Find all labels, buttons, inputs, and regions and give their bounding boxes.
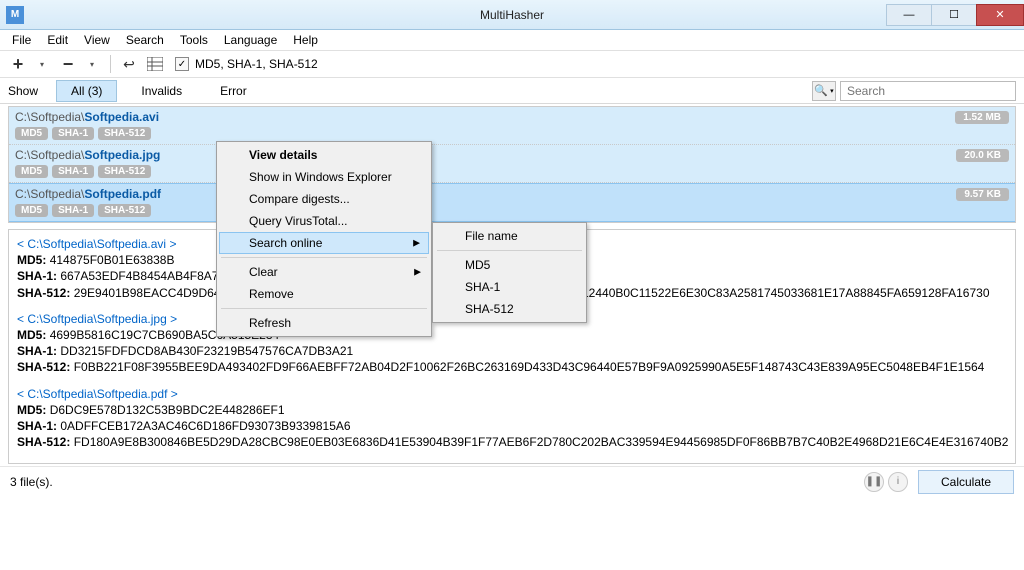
context-submenu: File name MD5 SHA-1 SHA-512 [432, 222, 587, 323]
detail-file-link[interactable]: C:\Softpedia\Softpedia.avi [27, 237, 166, 251]
hash-value: FD180A9E8B300846BE5D29DA28CBC98E0EB03E68… [74, 435, 1009, 449]
file-path: C:\Softpedia\Softpedia.pdf [15, 187, 1009, 201]
search-icon: 🔍 [814, 84, 828, 97]
maximize-button[interactable]: ☐ [931, 4, 977, 26]
submenu-arrow-icon: ▶ [414, 267, 421, 278]
hash-modes-checkbox[interactable]: ✓ [175, 57, 189, 71]
hash-badge: MD5 [15, 165, 48, 178]
window-title: MultiHasher [480, 8, 544, 22]
file-row[interactable]: C:\Softpedia\Softpedia.jpg 20.0 KB MD5 S… [9, 145, 1015, 183]
ctx-query-virustotal[interactable]: Query VirusTotal... [219, 210, 429, 232]
hash-badge: SHA-1 [52, 127, 94, 140]
toolbar: + ▾ − ▾ ↩ ✓ MD5, SHA-1, SHA-512 [0, 50, 1024, 78]
ctx-sub-sha1[interactable]: SHA-1 [435, 276, 584, 298]
ctx-clear[interactable]: Clear▶ [219, 261, 429, 283]
ctx-view-details[interactable]: View details [219, 144, 429, 166]
menu-help[interactable]: Help [285, 31, 326, 49]
file-row[interactable]: C:\Softpedia\Softpedia.pdf 9.57 KB MD5 S… [9, 183, 1015, 222]
file-list: C:\Softpedia\Softpedia.avi 1.52 MB MD5 S… [8, 106, 1016, 223]
ctx-sub-sha512[interactable]: SHA-512 [435, 298, 584, 320]
file-size-badge: 1.52 MB [955, 111, 1009, 124]
add-dropdown-icon[interactable]: ▾ [30, 53, 54, 75]
hash-modes-label: MD5, SHA-1, SHA-512 [195, 57, 318, 71]
file-path: C:\Softpedia\Softpedia.avi [15, 110, 1009, 124]
status-bar: 3 file(s). ❚❚ i Calculate [0, 466, 1024, 496]
close-button[interactable]: ✕ [976, 4, 1024, 26]
menu-language[interactable]: Language [216, 31, 285, 49]
pause-icon: ❚❚ [866, 476, 883, 487]
menu-search[interactable]: Search [118, 31, 172, 49]
hash-badge: SHA-512 [98, 127, 151, 140]
ctx-compare-digests[interactable]: Compare digests... [219, 188, 429, 210]
minimize-button[interactable]: — [886, 4, 932, 26]
hash-badge: SHA-1 [52, 204, 94, 217]
menu-separator [437, 250, 582, 251]
info-icon: i [897, 476, 899, 487]
filter-error-tab[interactable]: Error [206, 81, 261, 101]
add-button[interactable]: + [6, 53, 30, 75]
filter-bar: Show All (3) Invalids Error 🔍▾ [0, 78, 1024, 104]
window-controls: — ☐ ✕ [887, 4, 1024, 26]
pause-button[interactable]: ❚❚ [864, 472, 884, 492]
hash-badge: MD5 [15, 204, 48, 217]
filter-invalids-tab[interactable]: Invalids [127, 81, 196, 101]
hash-value: 0ADFFCEB172A3AC46C6D186FD93073B9339815A6 [60, 419, 350, 433]
menu-view[interactable]: View [76, 31, 118, 49]
file-size-badge: 9.57 KB [956, 188, 1009, 201]
file-row[interactable]: C:\Softpedia\Softpedia.avi 1.52 MB MD5 S… [9, 107, 1015, 145]
hash-badge: SHA-512 [98, 165, 151, 178]
menu-separator [221, 257, 427, 258]
ctx-refresh[interactable]: Refresh [219, 312, 429, 334]
info-button[interactable]: i [888, 472, 908, 492]
menu-tools[interactable]: Tools [172, 31, 216, 49]
ctx-remove[interactable]: Remove [219, 283, 429, 305]
table-icon[interactable] [143, 53, 167, 75]
menu-edit[interactable]: Edit [39, 31, 76, 49]
ctx-show-explorer[interactable]: Show in Windows Explorer [219, 166, 429, 188]
ctx-search-online[interactable]: Search online▶ [219, 232, 429, 254]
hash-value: 414875F0B01E63838B [50, 253, 175, 267]
remove-dropdown-icon[interactable]: ▾ [80, 53, 104, 75]
remove-button[interactable]: − [56, 53, 80, 75]
chevron-down-icon: ▾ [830, 87, 834, 95]
toolbar-separator [110, 55, 111, 73]
hash-badge: SHA-1 [52, 165, 94, 178]
hash-value: F0BB221F08F3955BEE9DA493402FD9F66AEBFF72… [74, 360, 985, 374]
search-mode-button[interactable]: 🔍▾ [812, 81, 836, 101]
title-bar: M MultiHasher — ☐ ✕ [0, 0, 1024, 30]
menu-bar: File Edit View Search Tools Language Hel… [0, 30, 1024, 50]
ctx-sub-md5[interactable]: MD5 [435, 254, 584, 276]
app-icon: M [6, 6, 24, 24]
file-path: C:\Softpedia\Softpedia.jpg [15, 148, 1009, 162]
hash-value: DD3215FDFDCD8AB430F23219B547576CA7DB3A21 [60, 344, 353, 358]
back-arrow-icon[interactable]: ↩ [117, 53, 141, 75]
filter-all-tab[interactable]: All (3) [56, 80, 117, 102]
hash-value: D6DC9E578D132C53B9BDC2E448286EF1 [50, 403, 285, 417]
context-menu: View details Show in Windows Explorer Co… [216, 141, 432, 337]
hash-badge: MD5 [15, 127, 48, 140]
calculate-button[interactable]: Calculate [918, 470, 1014, 494]
menu-file[interactable]: File [4, 31, 39, 49]
file-size-badge: 20.0 KB [956, 149, 1009, 162]
menu-separator [221, 308, 427, 309]
submenu-arrow-icon: ▶ [413, 238, 420, 249]
search-input[interactable] [840, 81, 1016, 101]
show-label: Show [8, 81, 52, 101]
detail-file-link[interactable]: C:\Softpedia\Softpedia.jpg [27, 312, 166, 326]
hash-badge: SHA-512 [98, 204, 151, 217]
detail-file-link[interactable]: C:\Softpedia\Softpedia.pdf [27, 387, 167, 401]
ctx-sub-filename[interactable]: File name [435, 225, 584, 247]
file-count-label: 3 file(s). [10, 475, 53, 489]
